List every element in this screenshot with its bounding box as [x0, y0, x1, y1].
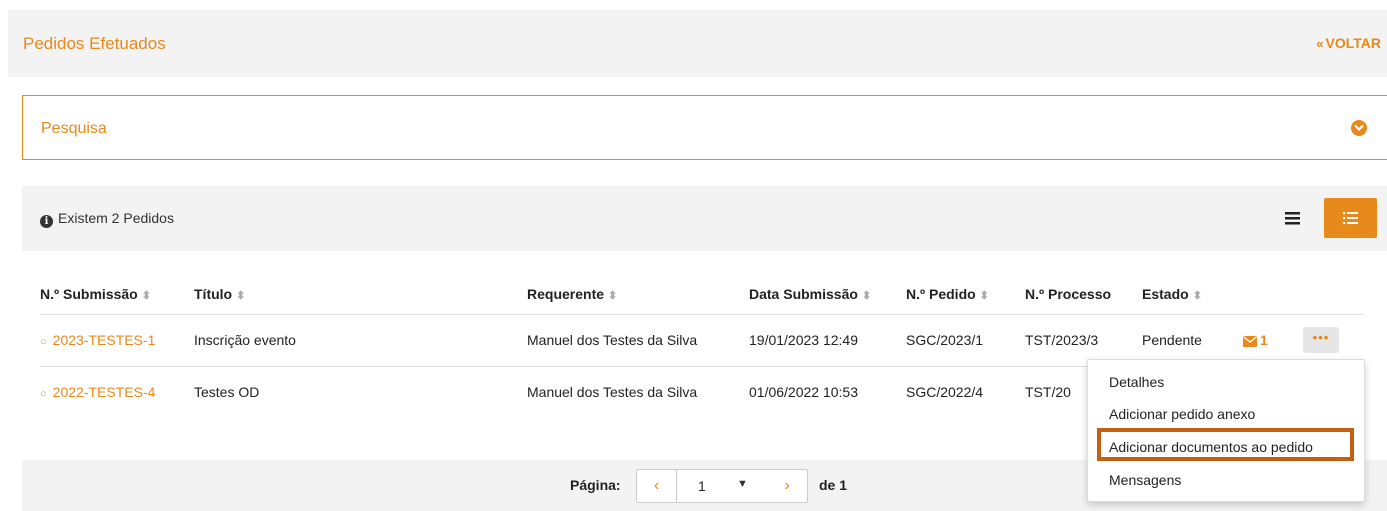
next-page-button[interactable]: ›: [767, 470, 807, 502]
sort-icon: ⬍: [141, 289, 151, 302]
search-panel[interactable]: Pesquisa: [22, 95, 1387, 160]
menu-item-add-documents[interactable]: Adicionar documentos ao pedido: [1109, 439, 1313, 455]
menu-item-details[interactable]: Detalhes: [1109, 374, 1164, 390]
results-count: i Existem 2 Pedidos: [40, 210, 174, 228]
back-button[interactable]: «VOLTAR: [1316, 35, 1381, 51]
bulleted-list-icon: [1343, 212, 1358, 225]
sort-icon: ⬍: [1192, 289, 1202, 302]
info-icon: i: [40, 215, 53, 228]
list-view-button[interactable]: [1282, 208, 1304, 228]
page-select[interactable]: 1: [698, 478, 706, 494]
column-header-status[interactable]: Estado ⬍: [1142, 274, 1243, 315]
page-title: Pedidos Efetuados: [23, 34, 166, 53]
title-cell: Inscrição evento: [194, 314, 527, 367]
pagination-total: de 1: [819, 477, 848, 493]
column-header-messages: [1243, 274, 1303, 315]
page-header: Pedidos Efetuados «VOLTAR: [8, 10, 1387, 77]
table-header-row: N.º Submissão ⬍ Título ⬍ Requerente ⬍ Data …: [40, 274, 1363, 315]
column-header-process-no: N.º Processo: [1025, 274, 1142, 315]
bullet-icon: ○: [40, 336, 47, 348]
requester-cell: Manuel dos Testes da Silva: [527, 384, 698, 401]
column-header-actions: [1303, 274, 1363, 315]
row-actions-menu: Detalhes Adicionar pedido anexo Adiciona…: [1087, 359, 1365, 502]
submission-link[interactable]: 2023-TESTES-1: [53, 332, 156, 348]
envelope-icon: [1243, 336, 1257, 347]
row-actions-button[interactable]: •••: [1303, 327, 1339, 353]
detail-view-button[interactable]: [1324, 198, 1377, 238]
date-cell: 01/06/2022 10:53: [749, 384, 858, 401]
sort-icon: ⬍: [861, 289, 872, 302]
search-label: Pesquisa: [41, 120, 107, 137]
menu-item-add-attached-request[interactable]: Adicionar pedido anexo: [1109, 406, 1255, 422]
submission-link[interactable]: 2022-TESTES-4: [53, 384, 156, 400]
submission-cell[interactable]: ○ 2023-TESTES-1: [40, 314, 194, 367]
chevron-down-circle-icon[interactable]: [1351, 120, 1367, 136]
sort-icon: ⬍: [236, 289, 246, 302]
list-lines-icon: [1285, 212, 1300, 225]
double-chevron-left-icon: «: [1316, 36, 1324, 51]
requester-cell: Manuel dos Testes da Silva: [527, 314, 749, 367]
messages-indicator[interactable]: 1: [1243, 332, 1268, 348]
title-cell: Testes OD: [194, 384, 260, 401]
date-cell: 19/01/2023 12:49: [749, 314, 906, 367]
column-header-date[interactable]: Data Submissão ⬍: [749, 274, 906, 315]
results-header: i Existem 2 Pedidos: [22, 186, 1387, 251]
messages-count: 1: [1260, 332, 1268, 348]
column-header-title[interactable]: Título ⬍: [194, 274, 527, 315]
prev-page-button[interactable]: ‹: [637, 470, 677, 502]
sort-icon: ⬍: [608, 289, 618, 302]
column-header-requester[interactable]: Requerente ⬍: [527, 274, 749, 315]
pagination-label: Página:: [570, 477, 621, 493]
column-header-request-no[interactable]: N.º Pedido ⬍: [906, 274, 1025, 315]
page-selector: ‹ 1 ▼ ›: [636, 469, 808, 503]
submission-cell[interactable]: ○ 2022-TESTES-4: [40, 366, 194, 418]
results-count-text: Existem 2 Pedidos: [58, 210, 174, 226]
back-label: VOLTAR: [1325, 35, 1381, 51]
request-no-cell: SGC/2022/4: [906, 384, 984, 401]
column-header-submission[interactable]: N.º Submissão ⬍: [40, 274, 194, 315]
chevron-down-icon[interactable]: ▼: [737, 478, 748, 490]
request-no-cell: SGC/2023/1: [906, 314, 1025, 367]
bullet-icon: ○: [40, 388, 47, 401]
sort-icon: ⬍: [979, 289, 989, 302]
menu-item-messages[interactable]: Mensagens: [1109, 472, 1181, 488]
